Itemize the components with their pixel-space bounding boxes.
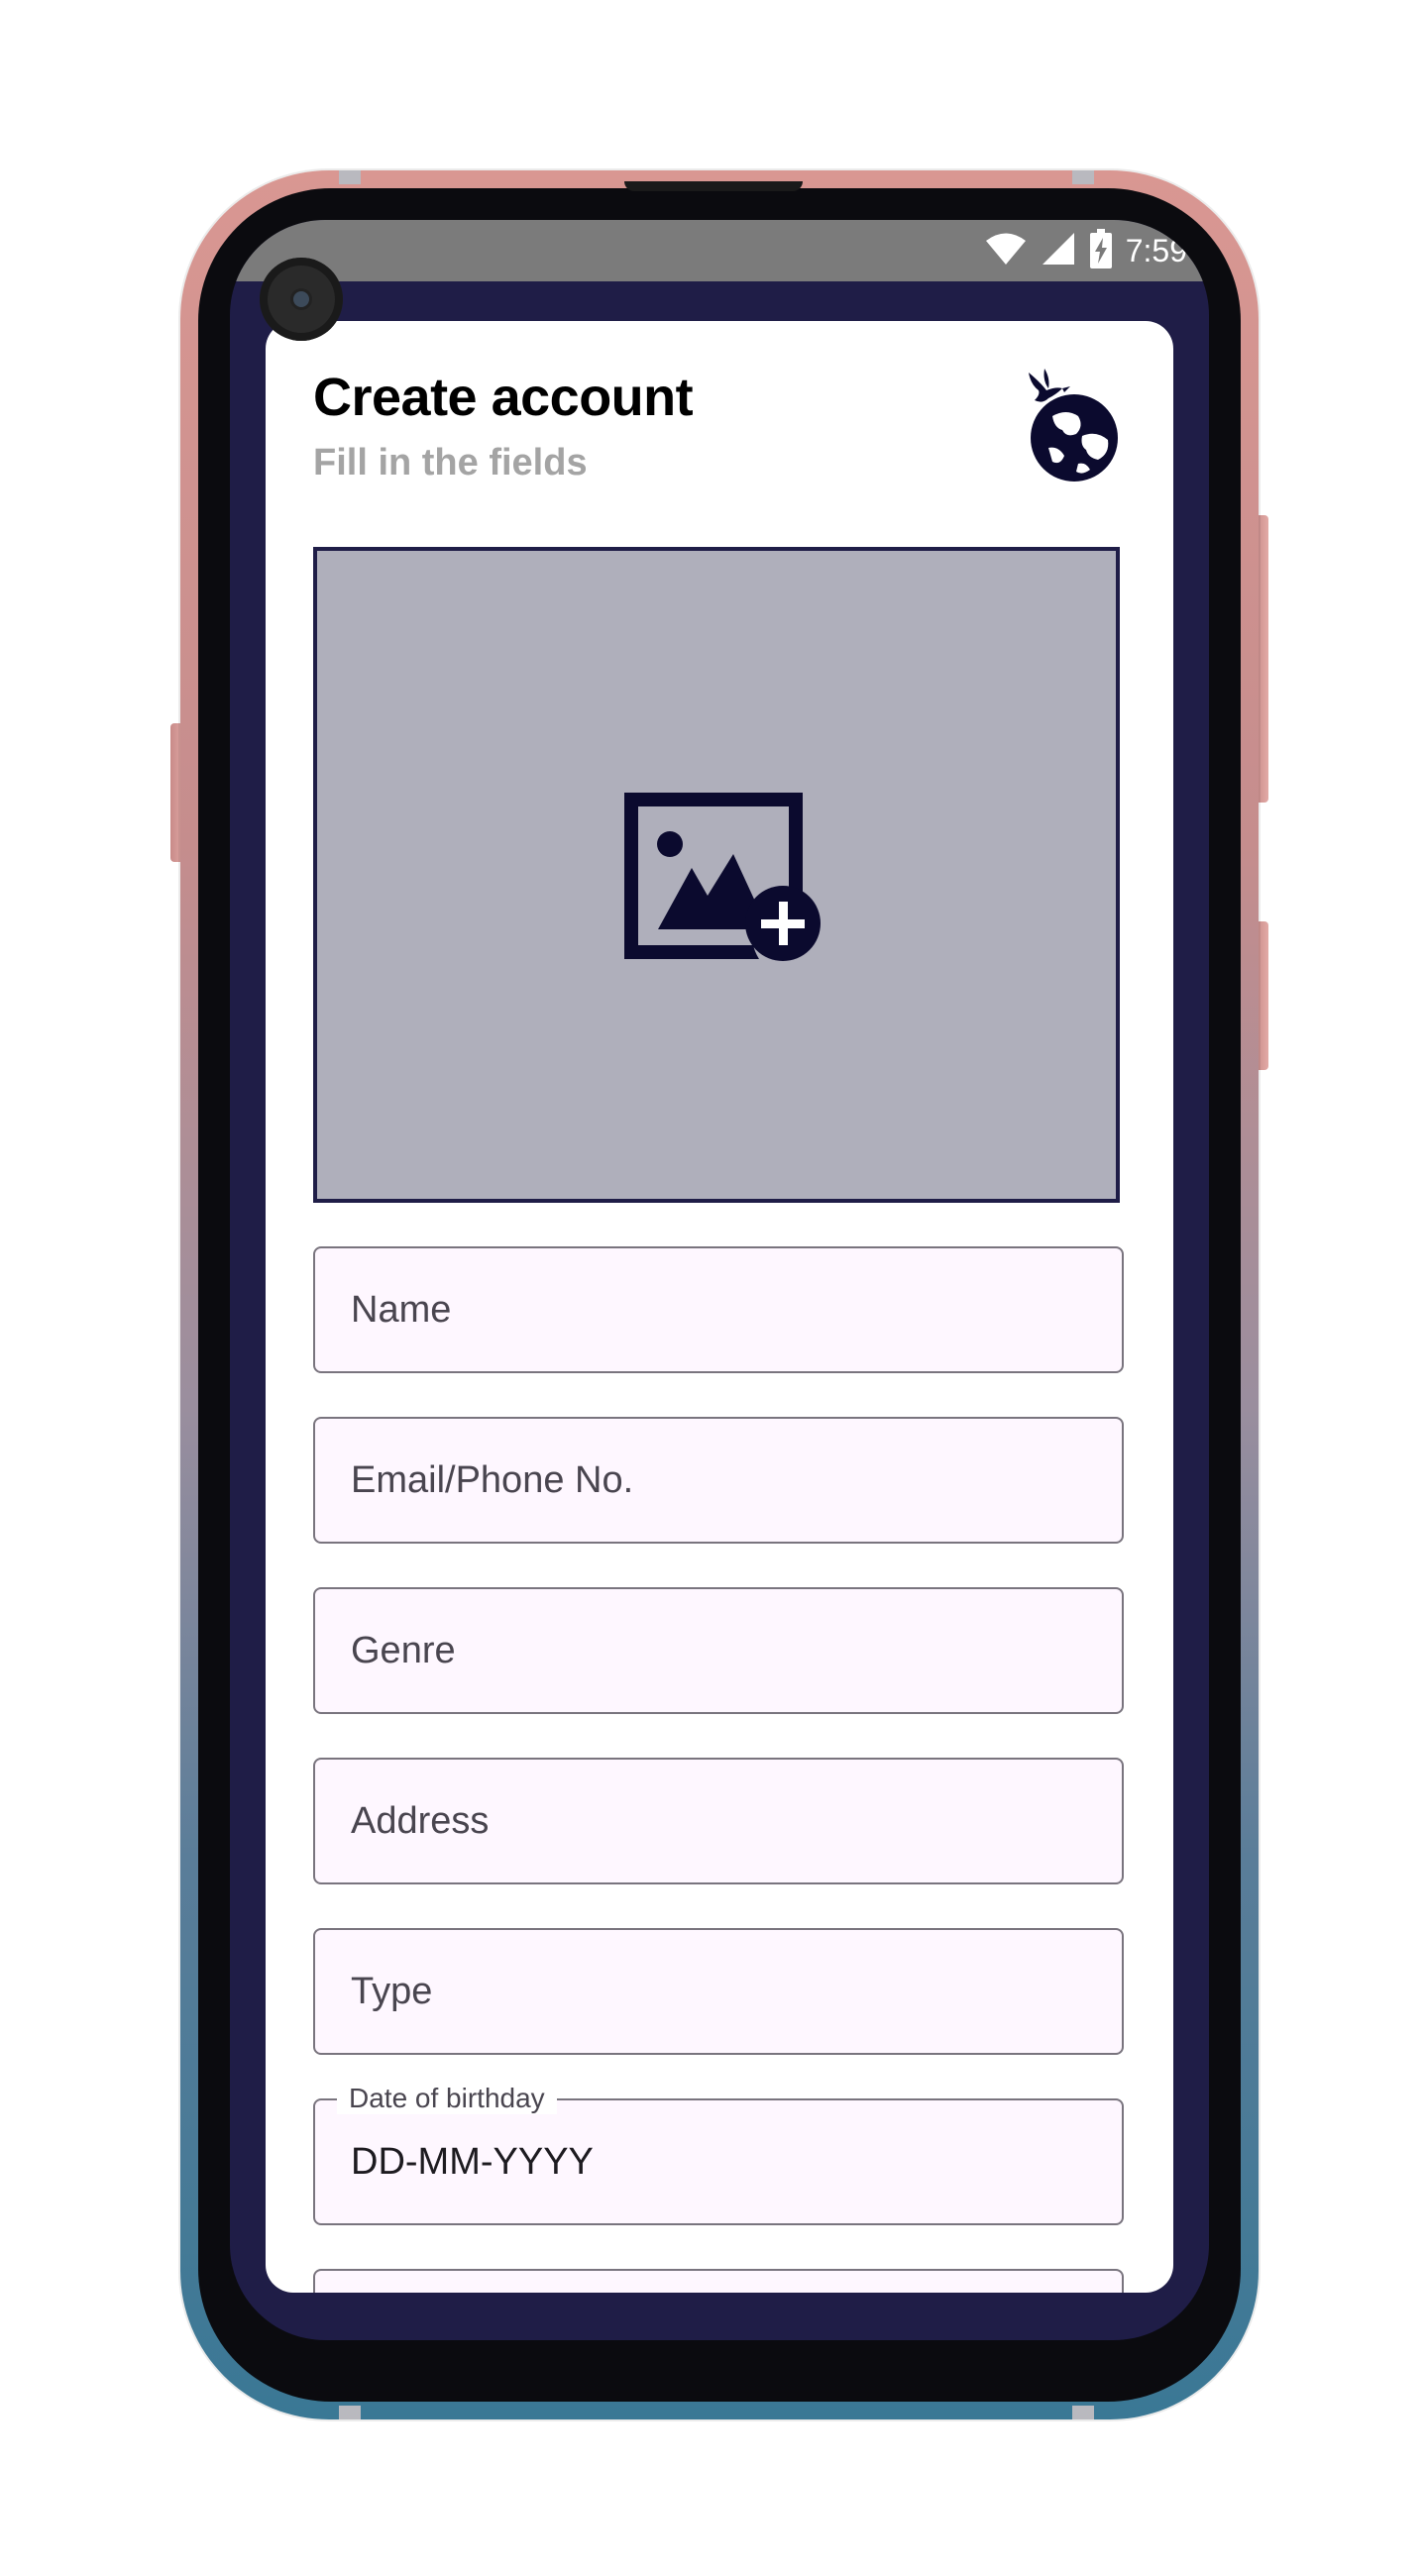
birthday-value: DD-MM-YYYY: [351, 2141, 594, 2183]
profile-photo-picker[interactable]: [313, 547, 1120, 1203]
address-placeholder: Address: [351, 1800, 490, 1842]
type-placeholder: Type: [351, 1971, 433, 2012]
device-mockup: 7:59 Create account Fill in the fields N…: [0, 0, 1427, 2576]
antenna-band: [339, 2406, 361, 2419]
name-placeholder: Name: [351, 1289, 452, 1331]
birthday-input[interactable]: Date of birthday DD-MM-YYYY: [313, 2083, 1124, 2225]
address-input[interactable]: Address: [313, 1758, 1124, 1884]
wifi-icon: [985, 232, 1027, 270]
name-input[interactable]: Name: [313, 1246, 1124, 1373]
email-phone-input[interactable]: Email/Phone No.: [313, 1417, 1124, 1544]
status-bar: 7:59: [230, 220, 1209, 281]
create-account-card: Create account Fill in the fields Name E…: [266, 321, 1173, 2293]
cellular-signal-icon: [1041, 232, 1076, 270]
antenna-band: [339, 170, 361, 184]
antenna-band: [1072, 2406, 1094, 2419]
status-icons: 7:59: [985, 228, 1187, 273]
genre-input[interactable]: Genre: [313, 1587, 1124, 1714]
page-subtitle: Fill in the fields: [313, 442, 588, 483]
status-time: 7:59: [1125, 232, 1187, 268]
front-camera: [260, 258, 343, 341]
globe-dove-logo-icon: [1019, 365, 1128, 489]
next-input-partial[interactable]: [313, 2269, 1124, 2293]
type-input[interactable]: Type: [313, 1928, 1124, 2055]
phone-screen: 7:59 Create account Fill in the fields N…: [230, 220, 1209, 2340]
antenna-band: [1072, 170, 1094, 184]
add-photo-icon: [624, 793, 823, 971]
genre-placeholder: Genre: [351, 1630, 456, 1671]
battery-charging-icon: [1089, 228, 1112, 273]
earpiece-speaker: [624, 181, 803, 191]
page-title: Create account: [313, 368, 694, 427]
email-phone-placeholder: Email/Phone No.: [351, 1459, 634, 1501]
